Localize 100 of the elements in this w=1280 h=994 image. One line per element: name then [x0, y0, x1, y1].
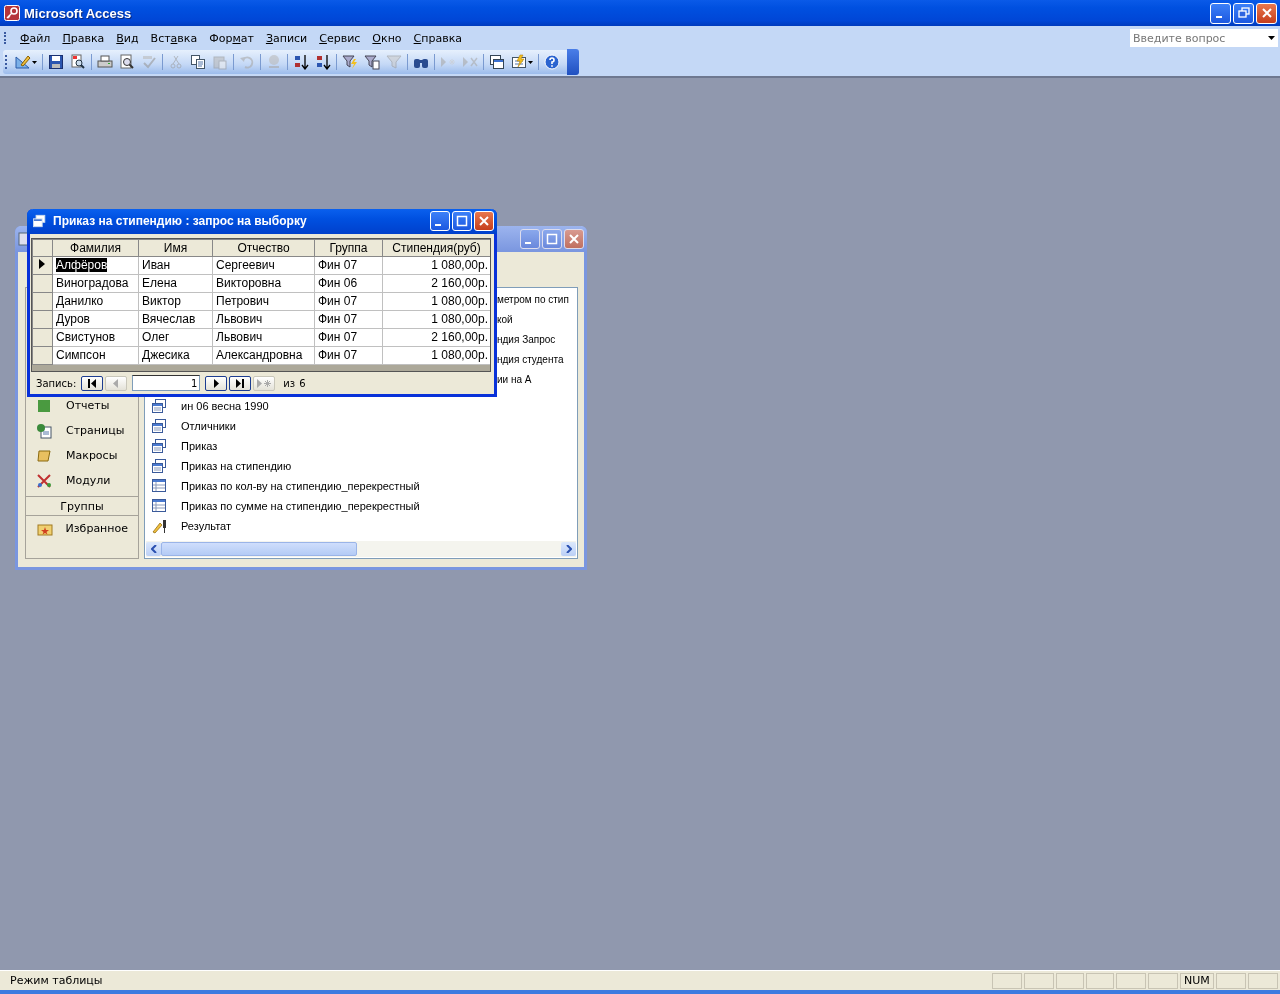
list-item[interactable]: Приказ на стипендию	[145, 456, 577, 476]
menu-item[interactable]: Формат	[203, 29, 260, 47]
table-cell: Александровна	[212, 346, 315, 365]
pencil-icon	[151, 518, 169, 534]
status-pane	[1216, 972, 1246, 989]
query-icon	[151, 438, 169, 454]
undo-icon	[239, 54, 255, 70]
record-count-label: из	[283, 377, 296, 389]
table-cell: Иван	[138, 256, 213, 275]
sort-descending-icon	[315, 54, 331, 70]
close-button[interactable]	[564, 229, 584, 249]
menu-item[interactable]: Сервис	[313, 29, 367, 47]
table-cell: Джесика	[138, 346, 213, 365]
key-icon	[4, 5, 20, 21]
list-item[interactable]: кой	[497, 313, 513, 325]
caret-icon[interactable]	[1268, 36, 1275, 40]
grip-handle[interactable]	[4, 32, 8, 44]
menu-item[interactable]: Справка	[407, 29, 469, 47]
menu-item[interactable]: Вставка	[144, 29, 204, 47]
new-record-icon	[440, 54, 456, 70]
table-cell: Симпсон	[52, 346, 139, 365]
list-item[interactable]: Приказ по кол-ву на стипендию_перекрестный	[145, 476, 577, 496]
help-search-field[interactable]: Введите вопрос	[1130, 29, 1278, 47]
sidebar-item[interactable]: Модули	[26, 468, 138, 493]
ruler-triangle-icon	[15, 54, 31, 70]
sidebar-item[interactable]: Макросы	[26, 443, 138, 468]
record-number-field[interactable]: 1	[132, 375, 201, 392]
file-search-icon	[70, 54, 86, 70]
table-cell: Викторовна	[212, 274, 315, 293]
grid-icon	[151, 498, 169, 514]
globe-icon	[266, 54, 282, 70]
column-header[interactable]: Группа	[314, 239, 383, 257]
list-item[interactable]: ндия Запрос	[497, 333, 556, 345]
menu-item[interactable]: Правка	[56, 29, 111, 47]
delete-record-icon	[462, 54, 478, 70]
query-icon	[151, 398, 169, 414]
menu-item[interactable]: Файл	[14, 29, 57, 47]
column-header[interactable]: Имя	[138, 239, 213, 257]
window-title: Microsoft Access	[24, 5, 133, 21]
help-icon	[544, 54, 560, 70]
new-object-icon	[511, 54, 527, 70]
copy-icon	[190, 54, 206, 70]
close-icon	[1260, 7, 1273, 19]
menu-item[interactable]: Окно	[366, 29, 408, 47]
status-pane	[1116, 972, 1146, 989]
table-cell: Фин 07	[314, 346, 383, 365]
status-pane	[992, 972, 1022, 989]
status-pane	[1248, 972, 1278, 989]
list-item[interactable]: Приказ по сумме на стипендию_перекрестный	[145, 496, 577, 516]
list-item[interactable]: ии на А	[497, 373, 532, 385]
num-lock-indicator: NUM	[1180, 972, 1214, 989]
table-cell: Данилко	[52, 292, 139, 311]
print-icon	[97, 54, 113, 70]
list-item[interactable]: ндия студента	[497, 353, 564, 365]
column-header[interactable]: Фамилия	[52, 239, 139, 257]
maximize-icon	[546, 233, 558, 245]
restore-button[interactable]	[1233, 2, 1254, 24]
menu-item[interactable]: Вид	[110, 29, 145, 47]
status-pane	[1056, 972, 1084, 989]
list-item[interactable]: Отличники	[145, 416, 577, 436]
table-cell: Елена	[138, 274, 213, 293]
caret-icon	[528, 60, 533, 64]
next-record-button[interactable]	[205, 375, 228, 391]
filter-lightning-icon	[342, 54, 358, 70]
modules-icon	[36, 472, 54, 489]
scissors-icon	[168, 54, 184, 70]
page-icon	[36, 422, 54, 439]
print-preview-icon	[119, 54, 135, 70]
last-record-button[interactable]	[229, 375, 252, 391]
sidebar-item[interactable]: Отчеты	[26, 393, 138, 418]
sidebar-item[interactable]: Страницы	[26, 418, 138, 443]
table-cell: Львович	[212, 328, 315, 347]
column-header[interactable]: Стипендия(руб)	[382, 239, 490, 257]
check-mark-icon	[141, 54, 157, 70]
last-icon	[235, 378, 246, 388]
next-icon	[212, 378, 221, 388]
table-cell: Фин 06	[314, 274, 383, 293]
column-header[interactable]: Отчество	[212, 239, 315, 257]
list-item[interactable]: метром по стип	[497, 293, 569, 305]
minimize-button[interactable]	[520, 229, 540, 249]
groups-header[interactable]: Группы	[26, 496, 138, 516]
filter-form-icon	[364, 54, 380, 70]
close-icon	[568, 233, 580, 245]
query-icon	[151, 458, 169, 474]
table-cell: Свистунов	[52, 328, 139, 347]
query-icon	[32, 214, 48, 229]
sidebar-item[interactable]: Избранное	[26, 516, 138, 541]
status-pane	[1024, 972, 1054, 989]
horizontal-scrollbar[interactable]	[146, 541, 576, 557]
status-pane	[1148, 972, 1178, 989]
maximize-button[interactable]	[542, 229, 562, 249]
new-record-icon	[256, 378, 273, 388]
list-item[interactable]: Результат	[145, 516, 577, 536]
database-window-icon	[489, 54, 505, 70]
list-item[interactable]: Приказ	[145, 436, 577, 456]
current-row-arrow-icon	[39, 259, 45, 270]
list-item[interactable]: ин 06 весна 1990	[145, 396, 577, 416]
close-icon	[478, 215, 490, 228]
menu-item[interactable]: Записи	[259, 29, 314, 47]
first-record-button[interactable]	[81, 375, 104, 391]
